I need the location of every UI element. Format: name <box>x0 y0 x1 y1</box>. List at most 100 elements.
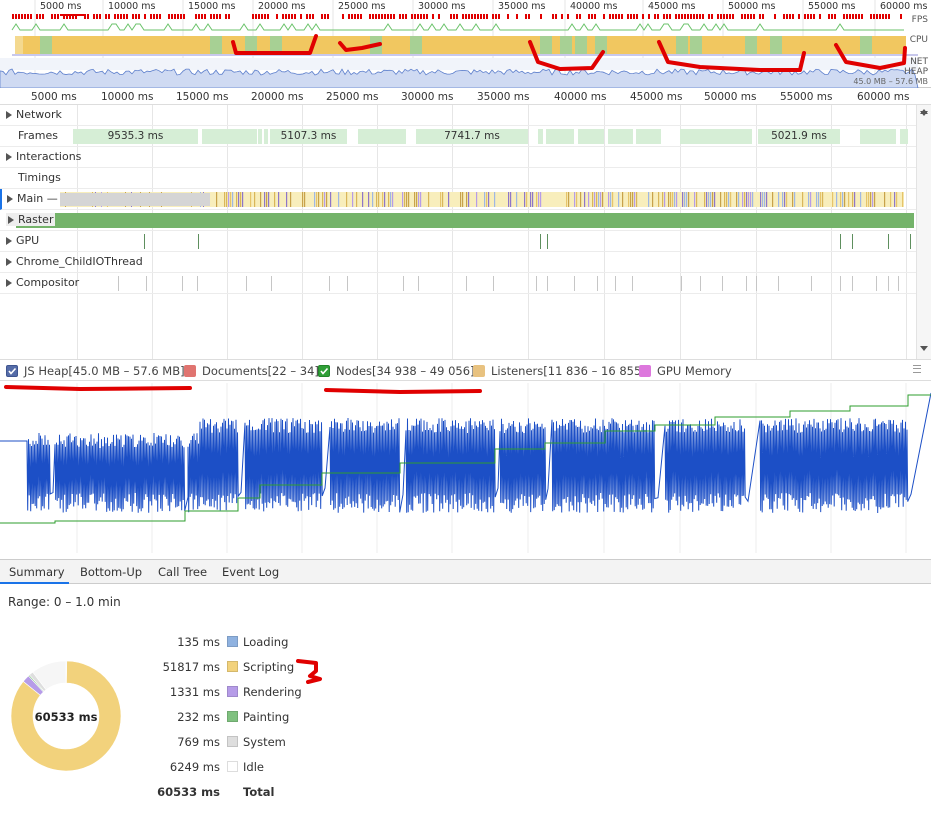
event-mark[interactable] <box>198 234 199 249</box>
frame-block[interactable] <box>680 129 752 144</box>
tab-summary[interactable]: Summary <box>9 565 65 579</box>
event-mark[interactable] <box>540 234 541 249</box>
tab-call-tree[interactable]: Call Tree <box>158 565 207 579</box>
track-main[interactable]: Main — <box>0 189 916 210</box>
tab-event-log[interactable]: Event Log <box>222 565 279 579</box>
counter-listeners[interactable]: Listeners[11 836 – 16 855] <box>473 364 646 378</box>
fps-mark <box>300 14 302 19</box>
expand-arrow-icon[interactable] <box>6 153 12 161</box>
event-mark[interactable] <box>681 276 682 291</box>
fps-mark <box>258 14 260 19</box>
main-task <box>868 192 870 207</box>
frame-block[interactable] <box>860 129 896 144</box>
expand-arrow-icon[interactable] <box>7 195 13 203</box>
frame-block[interactable] <box>608 129 633 144</box>
track-interactions[interactable]: Interactions <box>0 147 916 168</box>
event-mark[interactable] <box>466 276 467 291</box>
event-mark[interactable] <box>746 276 747 291</box>
timeline-overview[interactable]: 5000 ms 10000 ms 15000 ms 20000 ms 25000 ms 3… <box>0 0 931 88</box>
scroll-down-icon[interactable] <box>920 111 928 116</box>
event-mark[interactable] <box>888 234 889 249</box>
expand-arrow-icon[interactable] <box>6 279 12 287</box>
frame-block[interactable] <box>264 129 268 144</box>
main-task <box>764 192 766 207</box>
expand-arrow-icon[interactable] <box>6 237 12 245</box>
event-mark[interactable] <box>547 276 548 291</box>
event-mark[interactable] <box>574 276 575 291</box>
event-mark[interactable] <box>197 276 198 291</box>
frame-block[interactable] <box>202 129 257 144</box>
frame-block[interactable] <box>546 129 574 144</box>
event-mark[interactable] <box>118 276 119 291</box>
track-network[interactable]: Network <box>0 105 916 126</box>
event-mark[interactable] <box>888 276 889 291</box>
menu-icon[interactable] <box>913 365 921 373</box>
frame-block[interactable] <box>258 129 262 144</box>
frame-block[interactable] <box>538 129 543 144</box>
track-label-main: Main — <box>17 192 58 205</box>
counter-js-heap[interactable]: JS Heap[45.0 MB – 57.6 MB] <box>6 364 185 378</box>
fps-mark <box>588 14 590 19</box>
event-mark[interactable] <box>347 276 348 291</box>
event-mark[interactable] <box>418 276 419 291</box>
expand-arrow-icon[interactable] <box>8 216 14 224</box>
event-mark[interactable] <box>778 276 779 291</box>
frame-block[interactable]: 5107.3 ms <box>270 129 347 144</box>
flame-chart[interactable]: Network Frames 9535.3 ms 5107.3 ms 7741.7 … <box>0 104 931 359</box>
overview-graphs <box>0 0 919 88</box>
expand-arrow-icon[interactable] <box>6 111 12 119</box>
checkbox-unchecked-icon[interactable] <box>639 365 651 377</box>
event-mark[interactable] <box>597 276 598 291</box>
fps-mark <box>414 14 416 19</box>
expand-arrow-icon[interactable] <box>6 258 12 266</box>
frame-block[interactable] <box>578 129 604 144</box>
event-mark[interactable] <box>840 234 841 249</box>
event-mark[interactable] <box>811 276 812 291</box>
frame-block[interactable]: 5021.9 ms <box>758 129 840 144</box>
vertical-scrollbar[interactable] <box>916 105 931 359</box>
event-mark[interactable] <box>493 276 494 291</box>
event-mark[interactable] <box>246 276 247 291</box>
event-mark[interactable] <box>700 276 701 291</box>
event-mark[interactable] <box>910 234 911 249</box>
counter-gpu-memory[interactable]: GPU Memory <box>639 364 732 378</box>
main-task <box>440 192 442 207</box>
tab-bottom-up[interactable]: Bottom-Up <box>80 565 142 579</box>
frame-block[interactable] <box>358 129 406 144</box>
event-mark[interactable] <box>615 276 616 291</box>
event-mark[interactable] <box>632 276 633 291</box>
event-mark[interactable] <box>898 276 899 291</box>
checkbox-unchecked-icon[interactable] <box>184 365 196 377</box>
checkbox-unchecked-icon[interactable] <box>473 365 485 377</box>
event-mark[interactable] <box>329 276 330 291</box>
checkbox-checked-icon[interactable] <box>6 365 18 377</box>
event-mark[interactable] <box>271 276 272 291</box>
event-mark[interactable] <box>722 276 723 291</box>
event-mark[interactable] <box>756 276 757 291</box>
track-compositor[interactable]: Compositor <box>0 273 916 294</box>
frame-block[interactable] <box>900 129 908 144</box>
checkbox-checked-icon[interactable] <box>318 365 330 377</box>
event-mark[interactable] <box>547 234 548 249</box>
event-mark[interactable] <box>840 276 841 291</box>
event-mark[interactable] <box>403 276 404 291</box>
frame-block[interactable]: 7741.7 ms <box>416 129 528 144</box>
counter-documents[interactable]: Documents[22 – 34] <box>184 364 319 378</box>
event-mark[interactable] <box>536 276 537 291</box>
frame-block[interactable] <box>636 129 661 144</box>
track-frames[interactable]: Frames 9535.3 ms 5107.3 ms 7741.7 ms 5021.9… <box>0 126 916 147</box>
event-mark[interactable] <box>876 276 877 291</box>
track-raster[interactable]: Raster <box>0 210 916 231</box>
track-gpu[interactable]: GPU <box>0 231 916 252</box>
track-timings[interactable]: Timings <box>0 168 916 189</box>
event-mark[interactable] <box>182 276 183 291</box>
event-mark[interactable] <box>146 276 147 291</box>
track-childio[interactable]: Chrome_ChildIOThread <box>0 252 916 273</box>
event-mark[interactable] <box>852 276 853 291</box>
frame-block[interactable]: 9535.3 ms <box>73 129 198 144</box>
scroll-down-icon[interactable] <box>920 346 928 351</box>
fps-mark <box>15 14 17 19</box>
counter-nodes[interactable]: Nodes[34 938 – 49 056] <box>318 364 475 378</box>
event-mark[interactable] <box>144 234 145 249</box>
event-mark[interactable] <box>852 234 853 249</box>
